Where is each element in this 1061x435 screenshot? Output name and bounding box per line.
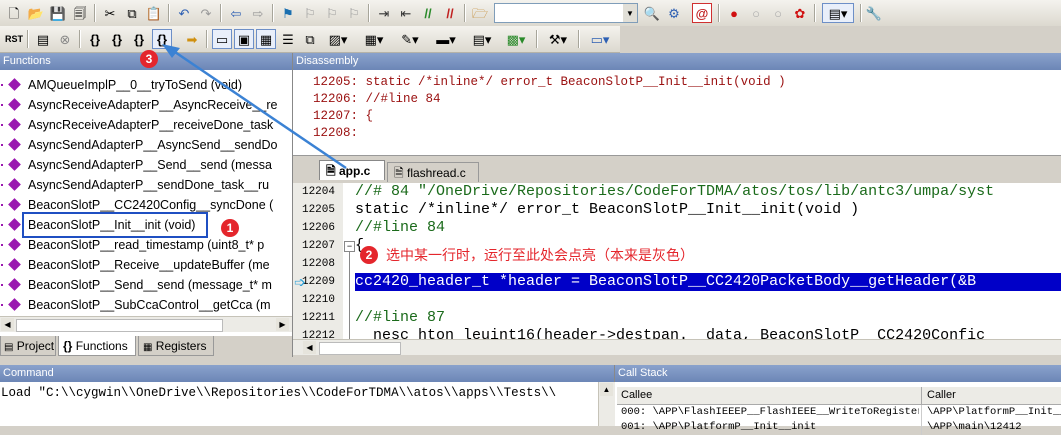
annotation-arrow xyxy=(162,44,347,170)
annotation-arrow-line xyxy=(171,48,347,170)
annotation-arrow-head xyxy=(162,44,180,58)
